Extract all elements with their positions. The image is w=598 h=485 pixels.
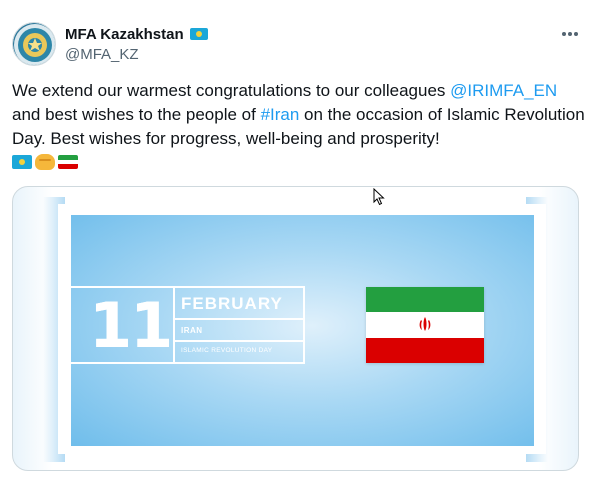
month-label: FEBRUARY bbox=[181, 294, 283, 313]
display-name[interactable]: MFA Kazakhstan bbox=[65, 26, 184, 43]
user-handle[interactable]: @MFA_KZ bbox=[65, 46, 139, 63]
avatar[interactable] bbox=[12, 22, 56, 66]
tweet-text-part2: and best wishes to the people of bbox=[12, 105, 261, 124]
occasion-label: ISLAMIC REVOLUTION DAY bbox=[181, 347, 273, 354]
more-dot-icon bbox=[562, 32, 566, 36]
poster-image[interactable]: 11 FEBRUARY IRAN ISLAMIC REVOLUTION DAY bbox=[71, 215, 534, 446]
flag-green-stripe bbox=[366, 287, 484, 313]
hashtag-link[interactable]: #Iran bbox=[261, 105, 300, 124]
divider bbox=[175, 318, 303, 320]
divider bbox=[173, 288, 175, 362]
media-card[interactable]: 11 FEBRUARY IRAN ISLAMIC REVOLUTION DAY bbox=[12, 186, 579, 471]
kazakhstan-flag-icon bbox=[189, 28, 208, 40]
kazakhstan-flag-icon bbox=[12, 155, 32, 169]
iran-flag bbox=[366, 287, 484, 363]
tweet-text-part1: We extend our warmest congratulations to… bbox=[12, 81, 451, 100]
handshake-icon bbox=[35, 154, 55, 170]
country-label: IRAN bbox=[181, 326, 203, 335]
name-row: MFA Kazakhstan bbox=[65, 24, 208, 44]
iran-flag-icon bbox=[58, 155, 78, 169]
date-box: 11 FEBRUARY IRAN ISLAMIC REVOLUTION DAY bbox=[71, 286, 305, 364]
day-number: 11 bbox=[89, 289, 173, 362]
flag-white-stripe bbox=[366, 312, 484, 338]
mention-link[interactable]: @IRIMFA_EN bbox=[450, 81, 557, 100]
divider bbox=[175, 340, 303, 342]
flag-red-stripe bbox=[366, 337, 484, 363]
more-dot-icon bbox=[574, 32, 578, 36]
tweet-text: We extend our warmest congratulations to… bbox=[12, 79, 586, 151]
iran-emblem-icon bbox=[419, 317, 431, 332]
emoji-row bbox=[12, 154, 78, 170]
tweet-header: MFA Kazakhstan @MFA_KZ bbox=[12, 18, 586, 66]
more-dot-icon bbox=[568, 32, 572, 36]
more-options-button[interactable] bbox=[558, 24, 582, 44]
mouse-pointer-icon bbox=[373, 188, 385, 206]
